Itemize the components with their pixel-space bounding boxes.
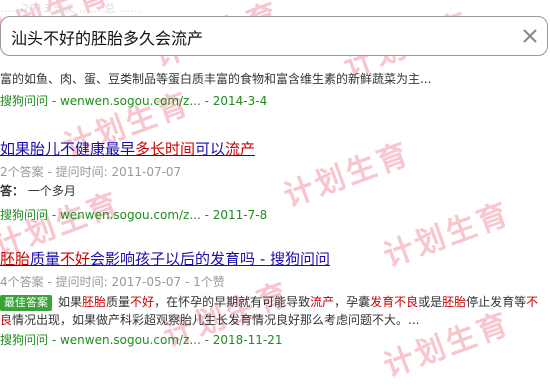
result-title-link[interactable]: 如果胎儿不健康最早多长时间可以流产 <box>0 138 255 159</box>
snippet-highlight: 发育不良 <box>370 295 419 309</box>
result-source: 搜狗问问 <box>0 94 49 108</box>
title-text: 质量 <box>30 250 61 268</box>
result-item-2: 如果胎儿不健康最早多长时间可以流产 2个答案 - 提问时间: 2011-07-0… <box>0 138 550 223</box>
result-url: wenwen.sogou.com/z... <box>59 208 201 222</box>
title-text: 如果胎儿不健康最早 <box>0 140 136 158</box>
result-title-link[interactable]: 胚胎质量不好会影响孩子以后的发育吗 - 搜狗问问 <box>0 248 330 269</box>
result-url: wenwen.sogou.com/z... <box>59 333 201 347</box>
snippet-text: 情况出现，如果做产科彩超观察胎儿生长发育情况良好那么考虑问题不大。... <box>12 313 420 327</box>
result-meta: 4个答案 - 提问时间: 2017-05-07 - 1个赞 <box>0 275 225 289</box>
snippet-highlight: 胚胎 <box>442 295 467 309</box>
result-url-line[interactable]: 搜狗问问 - wenwen.sogou.com/z... - 2011-7-8 <box>0 206 550 223</box>
result-url: wenwen.sogou.com/z... <box>59 94 201 108</box>
snippet-text: 或是 <box>418 295 443 309</box>
search-box[interactable] <box>0 16 548 57</box>
result-meta: 2个答案 - 提问时间: 2011-07-07 <box>0 165 182 179</box>
result-date: 2011-7-8 <box>212 208 268 222</box>
answer-text: 一个多月 <box>27 184 76 198</box>
best-answer-badge: 最佳答案 <box>0 295 52 311</box>
title-text: 会影响孩子以后的发育吗 - 搜狗问问 <box>90 250 330 268</box>
result-item-3: 胚胎质量不好会影响孩子以后的发育吗 - 搜狗问问 4个答案 - 提问时间: 20… <box>0 248 550 348</box>
snippet-text: 富的如鱼、肉、蛋、豆类制品等蛋白质丰富的食物和富含维生素的新鲜蔬菜为主... <box>0 72 432 86</box>
answer-label: 答： <box>0 184 25 198</box>
title-highlight: 不好 <box>60 250 91 268</box>
snippet-text: ，孕囊 <box>334 295 371 309</box>
title-highlight: 流产 <box>225 140 256 158</box>
snippet-text: 如果 <box>58 295 83 309</box>
result-url-line[interactable]: 搜狗问问 - wenwen.sogou.com/z... - 2014-3-4 <box>0 92 550 109</box>
snippet-text: ，在怀孕的早期就有可能导致 <box>154 295 311 309</box>
title-highlight: 多长时间 <box>135 140 196 158</box>
snippet-highlight: 胚胎 <box>82 295 107 309</box>
snippet-highlight: 不好 <box>130 295 155 309</box>
snippet-text: 质量 <box>106 295 131 309</box>
result-url-line[interactable]: 搜狗问问 - wenwen.sogou.com/z... - 2018-11-2… <box>0 331 550 348</box>
result-date: 2014-3-4 <box>212 94 268 108</box>
result-date: 2018-11-21 <box>212 333 283 347</box>
search-input[interactable] <box>9 17 513 57</box>
title-highlight: 胚胎 <box>0 250 31 268</box>
title-text: 可以 <box>195 140 226 158</box>
result-answer: 答： 一个多月 <box>0 182 550 200</box>
faded-header-text: ……2013 全义 …… 总 …… <box>0 2 141 15</box>
result-item-1: 富的如鱼、肉、蛋、豆类制品等蛋白质丰富的食物和富含维生素的新鲜蔬菜为主... 搜… <box>0 70 550 109</box>
close-icon[interactable] <box>521 27 539 45</box>
snippet-text: 停止发育等 <box>466 295 527 309</box>
result-source: 搜狗问问 <box>0 208 49 222</box>
snippet-highlight: 流产 <box>310 295 335 309</box>
result-source: 搜狗问问 <box>0 333 49 347</box>
result-snippet: 富的如鱼、肉、蛋、豆类制品等蛋白质丰富的食物和富含维生素的新鲜蔬菜为主... <box>0 70 550 88</box>
result-snippet: 最佳答案 如果胚胎质量不好，在怀孕的早期就有可能导致流产，孕囊发育不良或是胚胎停止… <box>0 293 550 329</box>
